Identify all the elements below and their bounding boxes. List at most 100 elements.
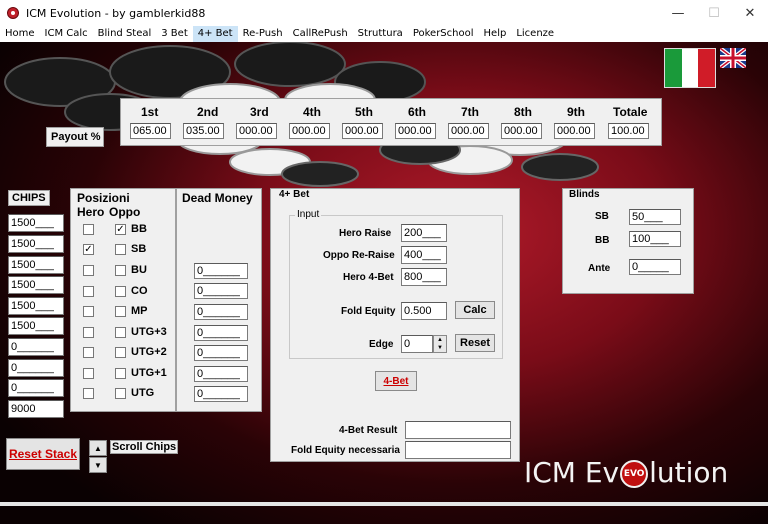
dead-money-input-3[interactable]: 0______ <box>194 304 248 320</box>
oppo-checkbox-mp[interactable] <box>115 306 126 317</box>
payout-input-4th[interactable]: 000.00 <box>289 123 330 139</box>
reset-button[interactable]: Reset <box>455 334 495 352</box>
hero-checkbox-bu[interactable] <box>83 265 94 276</box>
four-bet-button[interactable]: 4-Bet <box>375 371 417 391</box>
menu-icm-calc[interactable]: ICM Calc <box>40 26 93 42</box>
dead-money-input-1[interactable]: 0______ <box>194 263 248 279</box>
maximize-button[interactable]: ☐ <box>696 0 732 26</box>
chips-input-4[interactable]: 1500___ <box>8 276 64 294</box>
payout-input-7th[interactable]: 000.00 <box>448 123 489 139</box>
bb-input[interactable]: 100___ <box>629 231 681 247</box>
payout-header-3rd: 3rd <box>250 105 269 119</box>
dead-money-input-2[interactable]: 0______ <box>194 283 248 299</box>
oppo-checkbox-utg[interactable] <box>115 388 126 399</box>
edge-input[interactable]: 0 <box>401 335 433 353</box>
positions-panel: Posizioni Hero Oppo ✓ BB ✓ SB BU CO MP U… <box>70 188 176 412</box>
icm-evolution-logo: ICM Ev EVO lution <box>524 456 728 489</box>
payout-input-9th[interactable]: 000.00 <box>554 123 595 139</box>
fold-equity-input[interactable]: 0.500 <box>401 302 447 320</box>
chips-input-8[interactable]: 0______ <box>8 359 64 377</box>
sb-input[interactable]: 50___ <box>629 209 681 225</box>
menu-help[interactable]: Help <box>479 26 512 42</box>
payout-input-3rd[interactable]: 000.00 <box>236 123 277 139</box>
menu-re-push[interactable]: Re-Push <box>238 26 288 42</box>
logo-text-left: ICM Ev <box>524 456 620 489</box>
position-label-utg: UTG <box>131 387 155 399</box>
menu-home[interactable]: Home <box>0 26 40 42</box>
dead-money-title: Dead Money <box>182 191 253 205</box>
position-label-bu: BU <box>131 264 147 276</box>
hero-checkbox-sb[interactable]: ✓ <box>83 244 94 255</box>
payout-label-box: Payout % <box>46 127 104 147</box>
menu-4bet[interactable]: 4+ Bet <box>192 26 238 42</box>
payout-header-6th: 6th <box>408 105 426 119</box>
hero-4bet-input[interactable]: 800___ <box>401 268 447 286</box>
hero-checkbox-utg2[interactable] <box>83 347 94 358</box>
payout-input-totale: 100.00 <box>608 123 649 139</box>
chips-input-7[interactable]: 0______ <box>8 338 64 356</box>
italian-flag-icon[interactable] <box>664 48 716 88</box>
payout-input-5th[interactable]: 000.00 <box>342 123 383 139</box>
payout-input-8th[interactable]: 000.00 <box>501 123 542 139</box>
hero-raise-input[interactable]: 200___ <box>401 224 447 242</box>
hero-raise-label: Hero Raise <box>339 228 392 239</box>
chips-input-3[interactable]: 1500___ <box>8 256 64 274</box>
oppo-checkbox-utg1[interactable] <box>115 368 126 379</box>
hero-checkbox-utg[interactable] <box>83 388 94 399</box>
chips-input-5[interactable]: 1500___ <box>8 297 64 315</box>
hero-checkbox-bb[interactable] <box>83 224 94 235</box>
minimize-button[interactable]: — <box>660 0 696 26</box>
chips-input-2[interactable]: 1500___ <box>8 235 64 253</box>
menu-call-re-push[interactable]: CallRePush <box>288 26 353 42</box>
bb-label: BB <box>595 235 610 246</box>
oppo-reraise-input[interactable]: 400___ <box>401 246 447 264</box>
hero-checkbox-utg3[interactable] <box>83 327 94 338</box>
menu-licenze[interactable]: Licenze <box>511 26 559 42</box>
oppo-checkbox-bb[interactable]: ✓ <box>115 224 126 235</box>
ante-input[interactable]: 0_____ <box>629 259 681 275</box>
payout-label: Payout % <box>51 131 101 143</box>
position-label-mp: MP <box>131 305 148 317</box>
payout-header-7th: 7th <box>461 105 479 119</box>
dead-money-input-6[interactable]: 0______ <box>194 366 248 382</box>
scroll-down-button[interactable]: ▼ <box>89 457 107 473</box>
menu-poker-school[interactable]: PokerSchool <box>408 26 479 42</box>
oppo-checkbox-bu[interactable] <box>115 265 126 276</box>
dead-money-input-5[interactable]: 0______ <box>194 345 248 361</box>
oppo-checkbox-utg3[interactable] <box>115 327 126 338</box>
uk-flag-icon[interactable] <box>720 48 746 68</box>
evo-badge-icon: EVO <box>620 460 649 488</box>
positions-title: Posizioni <box>77 191 130 205</box>
scroll-up-button[interactable]: ▲ <box>89 440 107 456</box>
menu-struttura[interactable]: Struttura <box>353 26 408 42</box>
chips-input-9[interactable]: 0______ <box>8 379 64 397</box>
payout-input-6th[interactable]: 000.00 <box>395 123 436 139</box>
payout-input-1st[interactable]: 065.00 <box>130 123 171 139</box>
hero-checkbox-utg1[interactable] <box>83 368 94 379</box>
dead-money-input-7[interactable]: 0______ <box>194 386 248 402</box>
chips-label-box: CHIPS <box>8 190 50 206</box>
window-title: ICM Evolution - by gamblerkid88 <box>26 6 206 20</box>
menu-blind-steal[interactable]: Blind Steal <box>93 26 157 42</box>
dead-money-input-4[interactable]: 0______ <box>194 325 248 341</box>
payout-header-8th: 8th <box>514 105 532 119</box>
chips-input-1[interactable]: 1500___ <box>8 214 64 232</box>
hero-checkbox-co[interactable] <box>83 286 94 297</box>
position-label-utg3: UTG+3 <box>131 326 167 338</box>
reset-stack-button[interactable]: Reset Stack <box>6 438 80 470</box>
menu-3bet[interactable]: 3 Bet <box>156 26 192 42</box>
ante-label: Ante <box>588 263 611 274</box>
close-button[interactable]: ✕ <box>732 0 768 26</box>
oppo-checkbox-utg2[interactable] <box>115 347 126 358</box>
oppo-checkbox-sb[interactable] <box>115 244 126 255</box>
edge-stepper[interactable]: ▲ ▼ <box>433 335 447 353</box>
payout-panel: 1st 2nd 3rd 4th 5th 6th 7th 8th 9th Tota… <box>120 98 662 146</box>
chips-input-6[interactable]: 1500___ <box>8 317 64 335</box>
hero-checkbox-mp[interactable] <box>83 306 94 317</box>
payout-input-2nd[interactable]: 035.00 <box>183 123 224 139</box>
sb-label: SB <box>595 211 609 222</box>
hero-column-label: Hero <box>77 205 105 219</box>
calc-button[interactable]: Calc <box>455 301 495 319</box>
oppo-checkbox-co[interactable] <box>115 286 126 297</box>
four-bet-title: 4+ Bet <box>277 189 312 200</box>
